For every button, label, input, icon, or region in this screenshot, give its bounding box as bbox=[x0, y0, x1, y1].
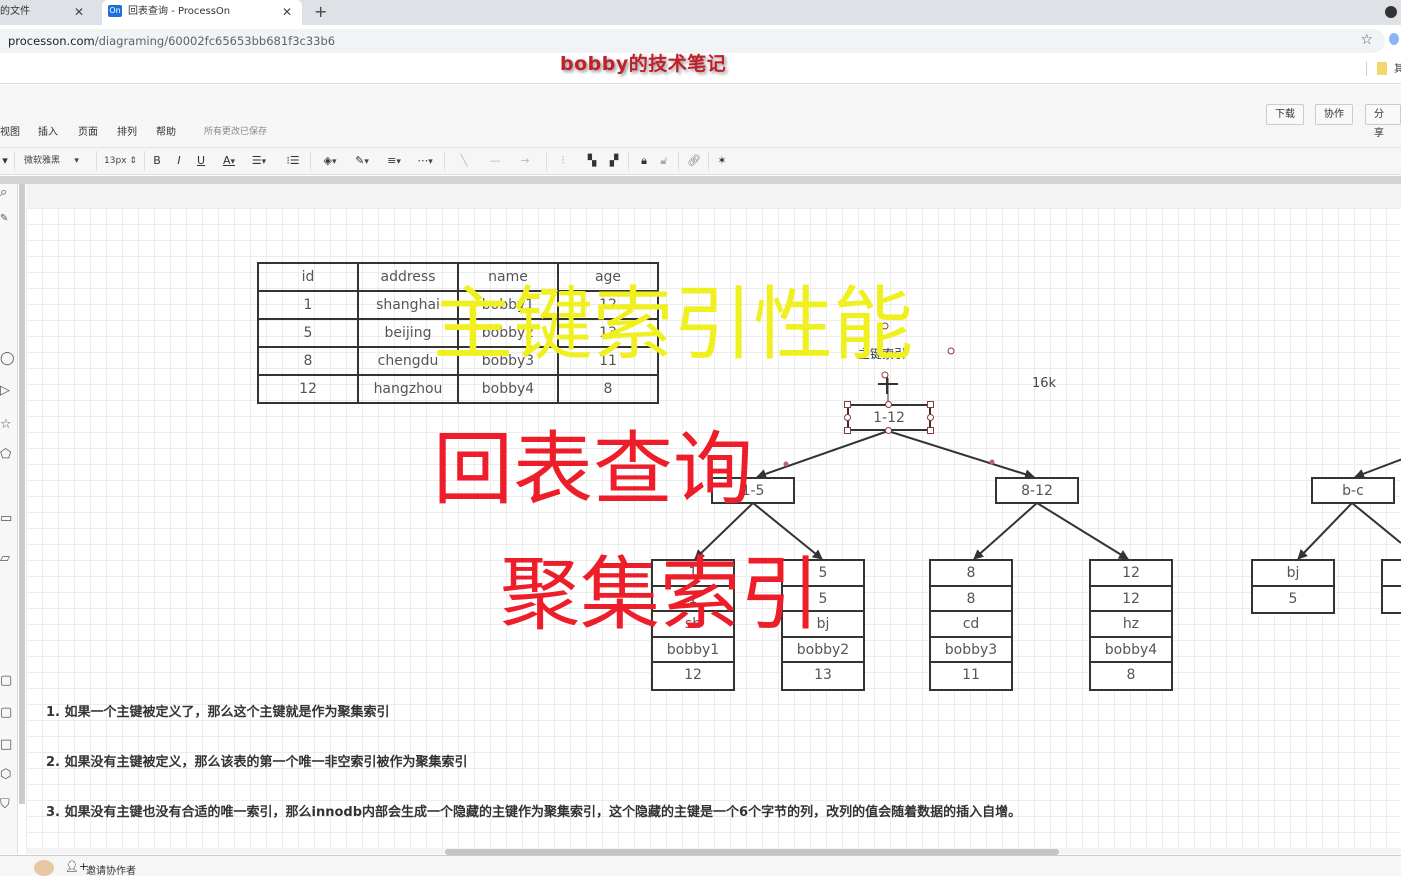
resize-handle[interactable] bbox=[927, 401, 934, 408]
overlay-caption-red: 回表查询 bbox=[433, 423, 753, 516]
leaf-cell: 8 bbox=[1126, 667, 1136, 683]
secondary-leaf-node-partial[interactable] bbox=[1381, 559, 1401, 614]
leaf-cell: bobby4 bbox=[1091, 638, 1171, 663]
note-3[interactable]: 3. 如果没有主键也没有合适的唯一索引，那么innodb内部会生成一个隐藏的主键… bbox=[46, 801, 1021, 820]
note-2[interactable]: 2. 如果没有主键被定义，那么该表的第一个唯一非空索引被作为聚集索引 bbox=[46, 751, 468, 770]
leaf-node[interactable]: 12 12 hz bobby4 8 bbox=[1089, 559, 1173, 691]
connection-handle bbox=[881, 371, 889, 379]
resize-handle[interactable] bbox=[844, 427, 851, 434]
edge-secondary-right bbox=[1351, 502, 1401, 544]
edge-root-left bbox=[756, 430, 889, 479]
leaf-cell: 8 bbox=[931, 587, 1011, 612]
connection-handle[interactable] bbox=[885, 427, 892, 434]
leaf-cell: 12 bbox=[684, 667, 702, 683]
leaf-cell: 11 bbox=[962, 667, 980, 683]
secondary-leaf-node[interactable]: bj 5 bbox=[1251, 559, 1335, 614]
internal-node[interactable]: 8-12 bbox=[995, 477, 1079, 504]
leaf-cell: bobby2 bbox=[783, 638, 863, 663]
status-bar bbox=[0, 855, 1401, 876]
avatar[interactable] bbox=[34, 860, 54, 876]
resize-handle[interactable] bbox=[927, 427, 934, 434]
leaf-cell bbox=[1383, 561, 1401, 587]
edge-root-right bbox=[887, 430, 1035, 480]
edge-right-leaf3 bbox=[973, 502, 1038, 560]
connection-handle[interactable] bbox=[885, 401, 892, 408]
leaf-cell: 5 bbox=[1288, 590, 1298, 607]
edge-midpoint bbox=[989, 459, 995, 465]
leaf-cell: 12 bbox=[1091, 561, 1171, 587]
edge-midpoint bbox=[783, 461, 789, 467]
connection-handle[interactable] bbox=[844, 414, 851, 421]
leaf-cell: 8 bbox=[931, 561, 1011, 587]
leaf-cell: bobby3 bbox=[931, 638, 1011, 663]
overlay-caption-red: 聚集索引 bbox=[500, 548, 820, 641]
leaf-node[interactable]: 8 8 cd bobby3 11 bbox=[929, 559, 1013, 691]
leaf-cell: bj bbox=[1253, 561, 1333, 587]
connection-handle bbox=[947, 347, 955, 355]
edge-secondary-leaf bbox=[1297, 502, 1353, 560]
leaf-cell: 12 bbox=[1091, 587, 1171, 612]
secondary-index-node[interactable]: b-c bbox=[1311, 477, 1395, 504]
leaf-cell: bobby1 bbox=[653, 638, 733, 663]
note-1[interactable]: 1. 如果一个主键被定义了，那么这个主键就是作为聚集索引 bbox=[46, 701, 390, 720]
overlay-caption-yellow: 主键索引性能 bbox=[433, 278, 913, 371]
invite-collaborator-link[interactable]: 邀请协作者 bbox=[86, 862, 136, 877]
connection-handle[interactable] bbox=[927, 414, 934, 421]
leaf-cell: 13 bbox=[814, 667, 832, 683]
resize-handle[interactable] bbox=[844, 401, 851, 408]
edge-right-leaf4 bbox=[1036, 502, 1129, 560]
add-user-icon[interactable]: 👤︎+ bbox=[65, 860, 88, 873]
leaf-cell: cd bbox=[931, 612, 1011, 638]
edge-secondary-in bbox=[1354, 458, 1401, 479]
page-size-label[interactable]: 16k bbox=[1032, 376, 1056, 391]
leaf-cell: hz bbox=[1091, 612, 1171, 638]
leaf-cell bbox=[1383, 587, 1401, 613]
